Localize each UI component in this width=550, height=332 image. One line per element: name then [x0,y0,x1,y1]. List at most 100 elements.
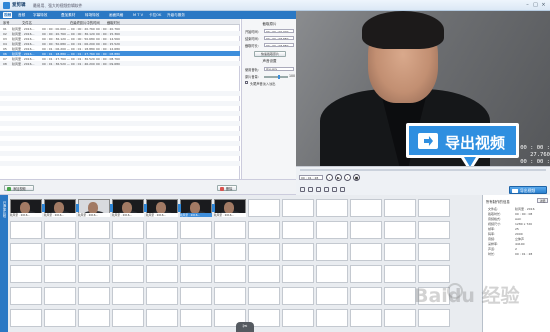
playback-progress-bar[interactable] [300,169,546,171]
timeline-empty-slot[interactable] [44,287,76,305]
timeline-empty-slot[interactable] [180,265,212,283]
maximize-button[interactable]: □ [532,2,539,8]
timeline-empty-slot[interactable] [10,309,42,327]
timeline-empty-slot[interactable] [316,287,348,305]
timeline-empty-slot[interactable] [78,309,110,327]
tool-icon-3[interactable] [316,187,321,192]
timeline-empty-slot[interactable] [316,199,348,217]
timeline-empty-slot[interactable] [350,243,382,261]
timeline-empty-slot[interactable] [214,265,246,283]
transition-marker[interactable] [75,204,79,212]
tab-video[interactable]: 视频 [3,12,13,18]
timeline-empty-slot[interactable] [112,287,144,305]
tool-icon-4[interactable] [324,187,329,192]
timeline-empty-slot[interactable] [112,221,144,239]
play-icon[interactable]: ▶ [335,174,342,181]
timeline-empty-slot[interactable] [350,265,382,283]
timeline-empty-slot[interactable] [146,265,178,283]
timeline-empty-slot[interactable] [350,287,382,305]
timeline-empty-slot[interactable] [146,287,178,305]
time-jump-field[interactable]: 00 : 01 : 28 [299,175,323,180]
timeline-empty-slot[interactable] [112,309,144,327]
timeline-empty-slot[interactable] [248,243,280,261]
timeline-empty-slot[interactable] [316,309,348,327]
timeline-empty-slot[interactable] [384,265,416,283]
timeline-empty-slot[interactable] [248,287,280,305]
tab-overlay[interactable]: 叠加素材 [60,12,76,18]
tab-upgrade[interactable]: 升级与服务 [166,12,186,18]
timeline-empty-slot[interactable] [418,243,450,261]
timeline-empty-slot[interactable] [44,221,76,239]
delete-button[interactable]: 删除 [217,185,237,191]
clip-info-detail-button[interactable]: 详细 [537,198,548,203]
timeline-empty-slot[interactable] [316,265,348,283]
transition-marker[interactable] [41,204,45,212]
timeline-empty-slot[interactable] [44,265,76,283]
tab-karaoke[interactable]: 卡拉OK [148,12,162,18]
timeline-empty-slot[interactable] [10,265,42,283]
tab-transitions[interactable]: 转场特效 [84,12,100,18]
timeline-empty-slot[interactable] [282,221,314,239]
timeline-empty-slot[interactable] [282,309,314,327]
timeline-empty-slot[interactable] [350,221,382,239]
timeline-empty-slot[interactable] [10,287,42,305]
timeline-empty-slot[interactable] [180,243,212,261]
transition-marker[interactable] [211,204,215,212]
timeline-empty-slot[interactable] [78,287,110,305]
close-button[interactable]: × [540,2,547,8]
timeline-empty-slot[interactable] [78,265,110,283]
timeline-empty-slot[interactable] [384,287,416,305]
timeline-empty-slot[interactable] [112,243,144,261]
volume-slider-handle[interactable] [278,74,280,79]
tab-mtv[interactable]: M T V [132,12,144,18]
stop-icon[interactable]: ■ [353,174,360,181]
timeline-empty-slot[interactable] [180,287,212,305]
timeline-empty-slot[interactable] [316,221,348,239]
duration-field[interactable]: 00 : 00 : 08.880 [264,42,294,47]
timeline-empty-slot[interactable] [10,221,42,239]
fast-trim-button[interactable]: 快速截取原片 [254,51,286,57]
timeline-empty-slot[interactable] [146,309,178,327]
tab-picture-style[interactable]: 画面风格 [108,12,124,18]
timeline-empty-slot[interactable] [248,221,280,239]
timeline-empty-slot[interactable] [78,243,110,261]
timeline-empty-slot[interactable] [78,221,110,239]
timeline-empty-slot[interactable] [214,221,246,239]
timeline-empty-slot[interactable] [180,309,212,327]
timeline-empty-slot[interactable] [10,243,42,261]
clip-row[interactable]: 08 秋风里 · 2016… 00 : 01 : 36.520 — 00 : 0… [0,61,240,66]
timeline-empty-slot[interactable] [384,309,416,327]
volume-slider[interactable] [264,76,288,78]
timeline-empty-slot[interactable] [44,243,76,261]
timeline-empty-slot[interactable] [384,199,416,217]
timeline-tab[interactable]: 已添加片段 [0,195,8,332]
prev-icon[interactable]: ‹ [326,174,333,181]
timeline-empty-slot[interactable] [418,309,450,327]
next-icon[interactable]: › [344,174,351,181]
transition-marker[interactable] [109,204,113,212]
timeline-empty-slot[interactable] [418,199,450,217]
timeline-empty-slot[interactable] [282,199,314,217]
timeline-empty-slot[interactable] [282,265,314,283]
fade-checkbox[interactable] [245,81,248,84]
timeline-empty-slot[interactable] [180,221,212,239]
timeline-empty-slot[interactable] [384,243,416,261]
tool-icon-1[interactable] [300,187,305,192]
timeline-empty-slot[interactable] [282,287,314,305]
timeline-empty-slot[interactable] [316,243,348,261]
tab-subtitle-effects[interactable]: 字幕特效 [32,12,48,18]
timeline-empty-slot[interactable] [384,221,416,239]
minimize-button[interactable]: – [524,2,531,8]
tab-audio[interactable]: 音频 [17,12,26,18]
transition-marker[interactable] [143,204,147,212]
timeline-empty-slot[interactable] [112,265,144,283]
timeline-empty-slot[interactable] [282,243,314,261]
timeline-empty-slot[interactable] [214,243,246,261]
timeline-empty-slot[interactable] [146,221,178,239]
timeline-empty-slot[interactable] [146,243,178,261]
timeline-empty-slot[interactable] [418,221,450,239]
timeline-empty-slot[interactable] [44,309,76,327]
end-time-field[interactable]: 00 : 00 : 08.880 [264,35,294,40]
tool-icon-5[interactable] [332,187,337,192]
timeline-empty-slot[interactable] [214,287,246,305]
